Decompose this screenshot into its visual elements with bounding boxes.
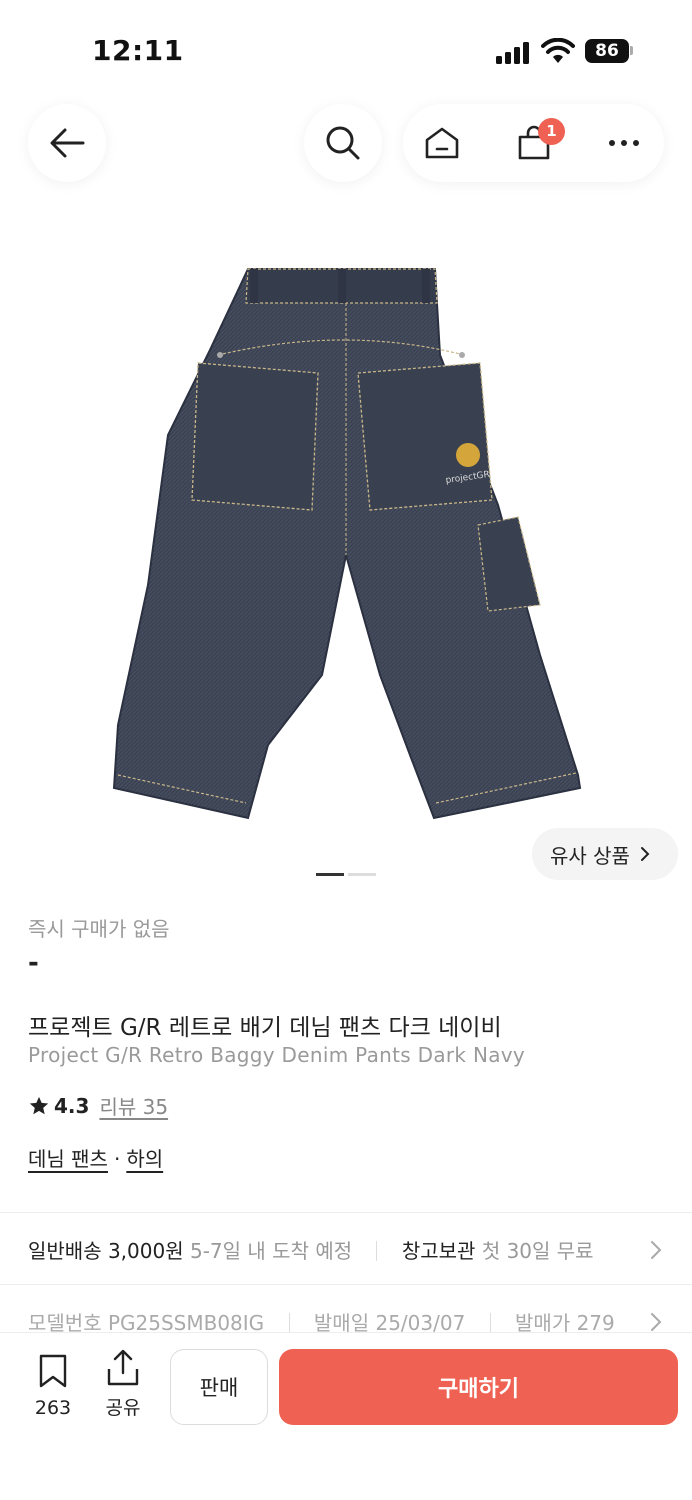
section-divider [0,1284,692,1285]
product-title-english: Project G/R Retro Baggy Denim Pants Dark… [28,1043,526,1067]
retail-price: 발매가 279 [515,1311,615,1335]
shipping-row[interactable]: 일반배송 3,000원 5-7일 내 도착 예정 창고보관 첫 30일 무료 [28,1235,668,1265]
bookmark-icon [39,1354,67,1388]
rating-score: 4.3 [54,1093,90,1118]
buy-button[interactable]: 구매하기 [279,1349,678,1425]
model-divider [288,1313,290,1333]
star-icon [29,1096,49,1114]
rating-row: 4.3 리뷰 35 [28,1091,168,1120]
status-bar: 12:11 86 [0,0,692,100]
bookmark-button[interactable]: 263 [30,1353,76,1419]
wifi-icon [541,38,575,63]
chevron-right-icon [640,847,650,861]
bookmark-count: 263 [34,1397,72,1419]
share-button[interactable]: 공유 [100,1349,146,1420]
product-image[interactable]: projectGR [100,255,592,835]
category-breadcrumb: 데님 팬츠 · 하의 [28,1143,163,1172]
model-number: 모델번호 PG25SSMB08IG [28,1311,265,1335]
back-button[interactable] [28,104,106,182]
home-button[interactable] [412,104,472,182]
category-link-bottoms[interactable]: 하의 [126,1147,163,1171]
share-label: 공유 [105,1397,141,1419]
share-icon [107,1349,139,1386]
model-divider [489,1313,491,1333]
release-date: 발매일 25/03/07 [313,1311,466,1335]
search-button[interactable] [304,104,382,182]
category-separator: · [113,1147,121,1171]
similar-products-label: 유사 상품 [550,843,630,868]
section-divider [0,1212,692,1213]
bottom-action-bar: 263 공유 판매 구매하기 [0,1333,692,1500]
shipping-eta: 5-7일 내 도착 예정 [189,1239,353,1263]
price-value: - [28,948,39,978]
storage-label: 창고보관 [401,1239,476,1263]
cart-count-badge: 1 [538,118,565,145]
battery-cap [630,46,633,55]
cellular-signal-icon [496,42,532,64]
cart-button[interactable]: 1 [504,104,565,182]
arrow-left-icon [50,128,85,158]
similar-products-button[interactable]: 유사 상품 [532,828,678,880]
battery-level: 86 [585,39,629,63]
pager-dot [348,873,376,876]
status-time: 12:11 [92,34,184,67]
header-action-group: 1 [403,104,664,182]
shipping-method: 일반배송 3,000원 [28,1239,184,1263]
product-title-korean: 프로젝트 G/R 레트로 배기 데님 팬츠 다크 네이비 [28,1015,502,1041]
chevron-right-icon [651,1313,662,1331]
search-icon [326,126,360,160]
pager-dot-active [316,873,344,876]
storage-value: 첫 30일 무료 [481,1239,594,1263]
more-icon [609,140,639,146]
shipping-divider [376,1241,378,1261]
sell-button[interactable]: 판매 [170,1349,268,1425]
chevron-right-icon [651,1241,662,1259]
category-link-denim-pants[interactable]: 데님 팬츠 [28,1147,108,1171]
more-button[interactable] [594,104,654,182]
home-icon [425,127,459,159]
review-link[interactable]: 리뷰 35 [99,1091,168,1120]
instant-buy-label: 즉시 구매가 없음 [28,917,170,941]
